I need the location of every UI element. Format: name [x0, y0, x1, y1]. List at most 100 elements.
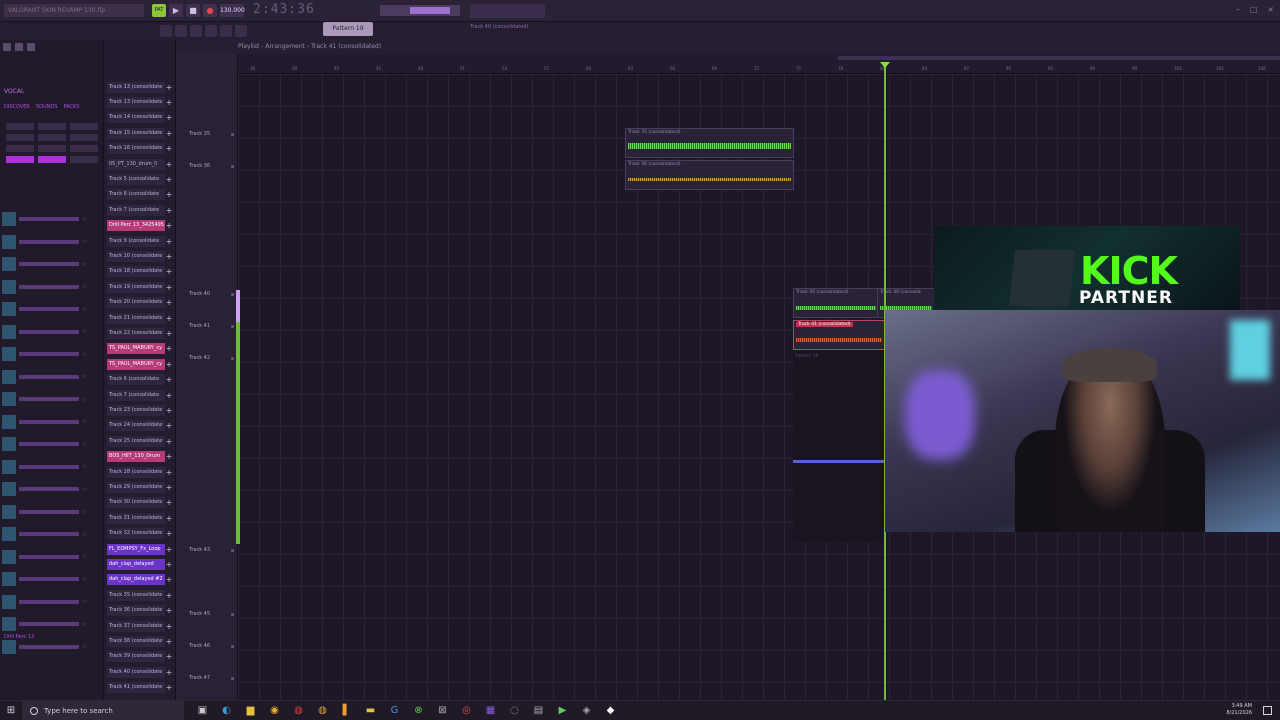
channel-row[interactable]: Track 29 (consolidate + — [107, 481, 173, 493]
track-header[interactable]: Track 47 — [176, 662, 238, 694]
tab-discover[interactable]: DISCOVER — [4, 104, 30, 110]
play-button[interactable]: ▶ — [169, 4, 183, 17]
favorite-icon[interactable]: ☆ — [82, 351, 87, 358]
sample-item[interactable]: ☆ — [2, 546, 102, 569]
channel-row[interactable]: Track 16 (consolidate + — [107, 143, 173, 155]
minimize-icon[interactable]: – — [1236, 5, 1240, 14]
app-icon[interactable]: ▶ — [554, 704, 571, 718]
favorite-icon[interactable]: ☆ — [82, 396, 87, 403]
channel-add-icon[interactable]: + — [165, 621, 173, 632]
tempo-display[interactable]: 130.000 — [220, 4, 245, 17]
channel-add-icon[interactable]: + — [165, 112, 173, 123]
channel-row[interactable]: dah_clap_delayed #2 + — [107, 574, 173, 586]
edge-icon[interactable]: ◐ — [218, 704, 235, 718]
audio-clip-selected[interactable]: Track 41 (consolidated) — [793, 320, 885, 350]
sample-item[interactable]: ☆ — [2, 298, 102, 321]
channel-add-icon[interactable]: + — [165, 343, 173, 354]
playhead-marker[interactable] — [880, 62, 890, 68]
snap-icon[interactable] — [160, 25, 172, 37]
channel-add-icon[interactable]: + — [165, 251, 173, 262]
channel-add-icon[interactable]: + — [165, 667, 173, 678]
channel-add-icon[interactable]: + — [165, 297, 173, 308]
song-time-display[interactable]: 2:43:36 — [253, 2, 315, 17]
channel-add-icon[interactable]: + — [165, 159, 173, 170]
sample-item[interactable]: ☆ — [2, 388, 102, 411]
audio-clip[interactable]: Track 40 (consolidated) — [793, 288, 879, 318]
channel-row[interactable]: Track 23 (consolidate + — [107, 404, 173, 416]
channel-add-icon[interactable]: + — [165, 436, 173, 447]
channel-row[interactable]: Track 10 (consolidate + — [107, 250, 173, 262]
track-header[interactable]: Track 35 — [176, 118, 238, 150]
track-mute-indicator[interactable] — [231, 132, 234, 136]
favorite-icon[interactable]: ☆ — [82, 238, 87, 245]
horizontal-scrollbar[interactable] — [838, 56, 1280, 60]
channel-add-icon[interactable]: + — [165, 205, 173, 216]
track-header[interactable]: Track 45 — [176, 598, 238, 630]
chrome-alt-icon[interactable]: ◍ — [314, 704, 331, 718]
filter-button[interactable] — [38, 134, 66, 141]
favorite-icon[interactable]: ☆ — [82, 486, 87, 493]
stop-button[interactable]: ■ — [186, 4, 200, 17]
track-mute-indicator[interactable] — [231, 644, 234, 648]
favorite-icon[interactable]: ☆ — [82, 531, 87, 538]
xbox-icon[interactable]: ⊗ — [410, 704, 427, 718]
channel-row[interactable]: Track 6 (consolidate + — [107, 189, 173, 201]
browser-search-icon[interactable] — [27, 43, 35, 51]
notification-icon[interactable] — [1263, 706, 1272, 715]
sample-item[interactable]: ☆ — [2, 478, 102, 501]
sample-item[interactable]: ☆ — [2, 501, 102, 524]
channel-add-icon[interactable]: + — [165, 128, 173, 139]
google-icon[interactable]: G — [386, 704, 403, 718]
channel-add-icon[interactable]: + — [165, 605, 173, 616]
channel-row[interactable]: Track 15 (consolidate + — [107, 127, 173, 139]
filter-button[interactable] — [38, 145, 66, 152]
channel-add-icon[interactable]: + — [165, 482, 173, 493]
browser-arrow-icon[interactable] — [3, 43, 11, 51]
channel-row[interactable]: Track 40 (consolidate + — [107, 666, 173, 678]
sample-item[interactable]: ☆ — [2, 523, 102, 546]
channel-row[interactable]: Track 25 (consolidate + — [107, 435, 173, 447]
file-explorer-icon[interactable]: ▆ — [242, 704, 259, 718]
channel-row[interactable]: Track 20 (consolidate + — [107, 297, 173, 309]
channel-row[interactable]: Track 13 (consolidate + — [107, 96, 173, 108]
channel-add-icon[interactable]: + — [165, 420, 173, 431]
channel-add-icon[interactable]: + — [165, 405, 173, 416]
filter-button[interactable] — [70, 134, 98, 141]
channel-row[interactable]: Track 7 (consolidate + — [107, 389, 173, 401]
windows-start-icon[interactable]: ⊞ — [0, 705, 22, 716]
channel-add-icon[interactable]: + — [165, 374, 173, 385]
filter-button[interactable] — [6, 145, 34, 152]
channel-add-icon[interactable]: + — [165, 220, 173, 231]
fl-studio-icon[interactable]: ▌ — [338, 704, 355, 718]
app-icon[interactable]: ◎ — [458, 704, 475, 718]
channel-row[interactable]: Track 36 (consolidate + — [107, 605, 173, 617]
sample-item[interactable]: ☆ — [2, 321, 102, 344]
favorite-icon[interactable]: ☆ — [82, 643, 87, 650]
track-header[interactable]: Track 42 — [176, 342, 238, 374]
channel-add-icon[interactable]: + — [165, 236, 173, 247]
channel-row[interactable]: 05_PT_130_drum_li + — [107, 158, 173, 170]
track-header[interactable]: Track 41 — [176, 310, 238, 342]
channel-row[interactable]: BOS_HIIT_130_Drum + — [107, 451, 173, 463]
channel-row[interactable]: Track 28 (consolidate + — [107, 466, 173, 478]
filter-button[interactable] — [6, 123, 34, 130]
favorite-icon[interactable]: ☆ — [82, 418, 87, 425]
sample-item[interactable]: ☆ — [2, 456, 102, 479]
track-mute-indicator[interactable] — [231, 356, 234, 360]
channel-row[interactable]: Track 32 (consolidate + — [107, 528, 173, 540]
system-tray-clock[interactable]: 3:49 AM 8/21/2026 — [1226, 703, 1252, 717]
channel-add-icon[interactable]: + — [165, 328, 173, 339]
app-icon[interactable]: ◆ — [602, 704, 619, 718]
sample-item[interactable]: ☆ — [2, 343, 102, 366]
task-view-icon[interactable]: ▣ — [194, 704, 211, 718]
channel-add-icon[interactable]: + — [165, 189, 173, 200]
sample-item[interactable]: ☆ — [2, 208, 102, 231]
app-icon[interactable]: ◈ — [578, 704, 595, 718]
channel-add-icon[interactable]: + — [165, 174, 173, 185]
favorite-icon[interactable]: ☆ — [82, 216, 87, 223]
paint-icon[interactable] — [190, 25, 202, 37]
filter-button[interactable] — [70, 145, 98, 152]
close-icon[interactable]: × — [1267, 5, 1274, 14]
pattern-selector[interactable]: Pattern 19 — [323, 22, 373, 36]
track-mute-indicator[interactable] — [231, 548, 234, 552]
